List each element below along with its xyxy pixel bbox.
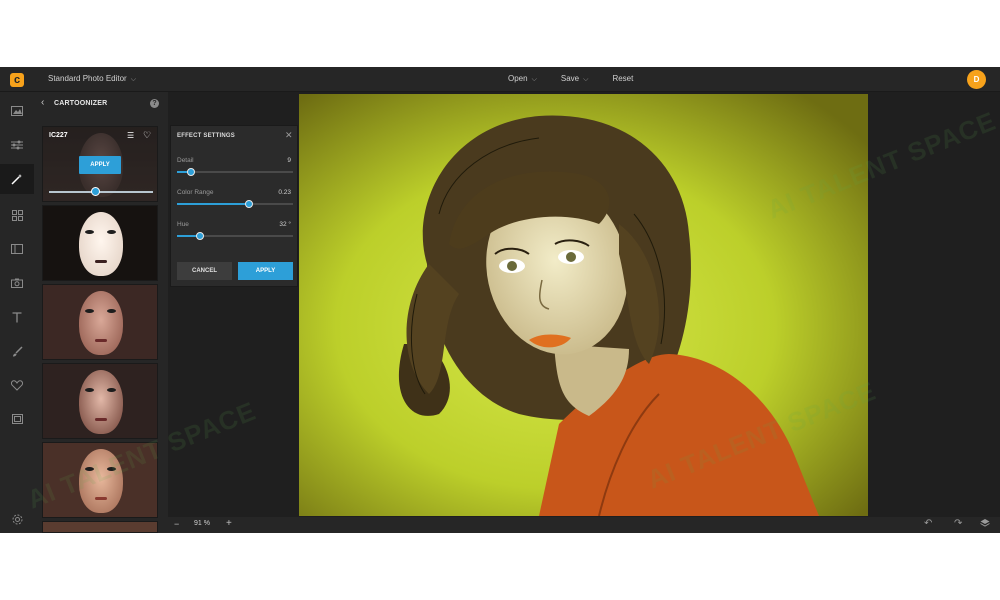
detail-value: 9 xyxy=(287,157,291,164)
sliders-icon[interactable]: ☰ xyxy=(127,131,134,140)
zoom-in-icon[interactable]: + xyxy=(226,518,232,529)
mouth-shape xyxy=(95,418,107,421)
hue-label: Hue xyxy=(177,221,189,228)
face-shape xyxy=(79,449,123,513)
heart-icon[interactable] xyxy=(0,370,34,400)
panel-title: CARTOONIZER xyxy=(54,100,108,107)
intensity-slider-track[interactable] xyxy=(49,191,153,193)
camera-icon[interactable] xyxy=(0,268,34,298)
face-shape xyxy=(79,212,123,276)
effect-thumbnail[interactable] xyxy=(42,363,158,439)
hue-value: 32 ° xyxy=(279,221,291,228)
menu-reset-label: Reset xyxy=(612,74,634,83)
mouth-shape xyxy=(95,260,107,263)
editor-mode-selector[interactable]: Standard Photo Editor ⌵ xyxy=(48,74,136,84)
color-range-slider-row: Color Range 0.23 xyxy=(177,189,293,213)
menu-save[interactable]: Save ⌵ xyxy=(561,74,589,84)
magic-wand-icon[interactable] xyxy=(0,164,34,194)
undo-icon[interactable]: ↶ xyxy=(924,518,932,529)
eye-shape xyxy=(85,467,94,471)
settings-icon[interactable] xyxy=(0,504,34,533)
color-range-slider-fill xyxy=(177,203,249,205)
effect-thumbnail[interactable] xyxy=(42,442,158,518)
back-chevron-icon[interactable]: ‹ xyxy=(41,97,44,108)
eye-shape xyxy=(85,388,94,392)
canvas-photo[interactable] xyxy=(299,94,868,516)
color-range-value: 0.23 xyxy=(278,189,291,196)
brush-icon[interactable] xyxy=(0,336,34,366)
detail-slider-row: Detail 9 xyxy=(177,157,293,181)
layers-icon[interactable] xyxy=(980,518,990,531)
user-avatar[interactable]: D xyxy=(967,70,986,89)
effect-settings-panel: EFFECT SETTINGS ✕ Detail 9 Color Range 0… xyxy=(170,125,298,287)
top-bar: c Standard Photo Editor ⌵ Open ⌵ Save ⌵ Res… xyxy=(0,67,1000,92)
layout-icon[interactable] xyxy=(0,234,34,264)
heart-icon[interactable]: ♡ xyxy=(143,130,151,141)
menu-save-label: Save xyxy=(560,74,580,83)
effect-thumbnail-selected[interactable]: IC227 ☰ ♡ APPLY xyxy=(42,126,158,202)
tool-rail xyxy=(0,92,34,533)
face-shape xyxy=(79,370,123,434)
zoom-out-icon[interactable]: − xyxy=(174,519,179,529)
detail-label: Detail xyxy=(177,157,194,164)
color-range-label: Color Range xyxy=(177,189,214,196)
effect-thumbnail[interactable] xyxy=(42,521,158,533)
menu-open[interactable]: Open ⌵ xyxy=(508,74,537,84)
image-icon[interactable] xyxy=(0,96,34,126)
eye-shape xyxy=(107,309,116,313)
eye-shape xyxy=(107,388,116,392)
frame-icon[interactable] xyxy=(0,404,34,434)
chevron-down-icon: ⌵ xyxy=(583,76,589,83)
grid-icon[interactable] xyxy=(0,200,34,230)
detail-slider-knob[interactable] xyxy=(186,168,195,176)
effects-panel: ‹ CARTOONIZER ? IC227 ☰ ♡ APPLY xyxy=(34,92,168,533)
help-icon[interactable]: ? xyxy=(150,99,159,108)
thumbnail-image xyxy=(43,522,157,532)
menu-reset[interactable]: Reset xyxy=(612,74,633,84)
effects-panel-header: ‹ CARTOONIZER ? xyxy=(34,92,168,114)
eye-shape xyxy=(85,309,94,313)
effect-thumbnail[interactable] xyxy=(42,205,158,281)
hue-slider-knob[interactable] xyxy=(196,232,205,240)
text-icon[interactable] xyxy=(0,302,34,332)
color-range-slider-knob[interactable] xyxy=(244,200,253,208)
close-icon[interactable]: ✕ xyxy=(285,130,293,141)
sliders-icon[interactable] xyxy=(0,130,34,160)
mouth-shape xyxy=(95,339,107,342)
eye-shape xyxy=(107,230,116,234)
face-shape xyxy=(79,291,123,355)
effect-label: IC227 xyxy=(49,132,68,139)
cancel-button[interactable]: CANCEL xyxy=(177,262,232,280)
chevron-down-icon: ⌵ xyxy=(130,76,137,83)
mouth-shape xyxy=(95,497,107,500)
chevron-down-icon: ⌵ xyxy=(531,76,537,83)
top-menu: Open ⌵ Save ⌵ Reset xyxy=(508,74,657,84)
eye-shape xyxy=(107,467,116,471)
apply-button[interactable]: APPLY xyxy=(238,262,293,280)
cartoonized-portrait-image xyxy=(299,94,868,516)
redo-icon[interactable]: ↷ xyxy=(954,518,962,529)
menu-open-label: Open xyxy=(508,74,528,83)
editor-mode-label: Standard Photo Editor xyxy=(48,74,127,83)
effect-thumbnail[interactable] xyxy=(42,284,158,360)
zoom-level[interactable]: 91 % xyxy=(194,520,210,527)
eye-shape xyxy=(85,230,94,234)
app-logo[interactable]: c xyxy=(10,73,24,87)
hue-slider-row: Hue 32 ° xyxy=(177,221,293,245)
bottom-bar: − 91 % + ↶ ↷ xyxy=(168,517,1000,533)
effect-settings-title: EFFECT SETTINGS xyxy=(177,133,236,139)
thumbnail-apply-button[interactable]: APPLY xyxy=(79,156,121,174)
